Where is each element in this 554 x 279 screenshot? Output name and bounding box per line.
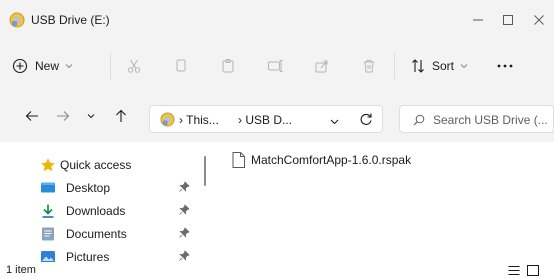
download-arrow-icon: [40, 203, 56, 219]
search-placeholder: Search USB Drive (...: [433, 113, 548, 127]
desktop-folder-icon: [40, 180, 56, 196]
breadcrumb-label: USB D...: [245, 113, 293, 127]
copy-button[interactable]: [173, 53, 189, 79]
title-bar: USB Drive (E:): [0, 0, 554, 40]
status-bar: 1 item: [0, 262, 554, 279]
breadcrumb-this-pc[interactable]: › This...: [179, 113, 219, 127]
large-icons-view-icon[interactable]: [527, 265, 539, 279]
file-list: MatchComfortApp-1.6.0.rspak: [210, 142, 554, 262]
back-button[interactable]: [20, 104, 44, 128]
breadcrumb-label: This...: [186, 113, 219, 127]
window-title: USB Drive (E:): [31, 13, 110, 27]
file-name: MatchComfortApp-1.6.0.rspak: [251, 153, 412, 167]
arrow-right-icon: [57, 111, 70, 121]
pin-icon: [178, 181, 190, 196]
refresh-icon[interactable]: [359, 112, 373, 129]
arrow-up-icon: [116, 109, 126, 122]
item-count: 1 item: [6, 264, 36, 276]
scissors-icon: [127, 59, 141, 73]
pin-icon: [178, 227, 190, 242]
usb-drive-icon: [9, 12, 25, 28]
delete-button[interactable]: [361, 53, 377, 79]
more-options-button[interactable]: [496, 53, 514, 79]
address-dropdown-chevron-icon[interactable]: [330, 114, 339, 128]
star-icon: [40, 157, 56, 173]
ellipsis-icon: [497, 64, 513, 68]
toolbar-divider: [110, 53, 111, 79]
sidebar-item-label: Desktop: [66, 181, 111, 195]
sidebar-item-desktop[interactable]: Desktop: [0, 177, 200, 199]
sidebar-item-label: Downloads: [66, 204, 126, 218]
details-view-icon[interactable]: [508, 265, 520, 279]
cut-button[interactable]: [126, 53, 142, 79]
sort-label: Sort: [432, 59, 455, 73]
share-button[interactable]: [314, 53, 330, 79]
list-item[interactable]: MatchComfortApp-1.6.0.rspak: [232, 150, 411, 170]
chevron-down-icon: [65, 64, 73, 69]
minimize-button[interactable]: [463, 8, 493, 32]
breadcrumb-usb-drive[interactable]: › USB D...: [238, 113, 292, 127]
arrow-left-icon: [25, 111, 38, 121]
usb-drive-icon: [160, 112, 175, 130]
share-icon: [315, 60, 328, 73]
new-label: New: [35, 59, 60, 73]
forward-button[interactable]: [51, 104, 75, 128]
command-bar: New Sort: [0, 40, 554, 90]
chevron-down-icon: [87, 114, 95, 119]
address-bar[interactable]: › This... › USB D...: [149, 105, 383, 133]
documents-folder-icon: [40, 226, 56, 242]
recent-locations-button[interactable]: [82, 104, 100, 128]
clipboard-icon: [222, 59, 234, 73]
close-button[interactable]: [524, 8, 554, 32]
chevron-down-icon: [460, 64, 468, 69]
trash-icon: [364, 60, 374, 73]
sidebar-item-label: Quick access: [60, 158, 132, 172]
rename-button[interactable]: [267, 53, 283, 79]
rename-icon: [268, 60, 283, 72]
sidebar-item-quick-access[interactable]: Quick access: [0, 154, 200, 176]
new-button[interactable]: New: [12, 53, 73, 79]
pin-icon: [178, 204, 190, 219]
sort-arrows-icon: [412, 59, 424, 73]
paste-button[interactable]: [220, 53, 236, 79]
file-icon: [232, 152, 245, 168]
up-button[interactable]: [109, 104, 133, 128]
plus-circle-icon: [12, 58, 28, 74]
navigation-pane-scrollbar[interactable]: [200, 148, 210, 262]
copy-icon: [176, 59, 186, 72]
sidebar-item-downloads[interactable]: Downloads: [0, 200, 200, 222]
toolbar-divider: [394, 53, 395, 79]
navigation-pane: Quick access Desktop Downloads Documents: [0, 142, 200, 264]
search-box[interactable]: Search USB Drive (...: [399, 105, 554, 133]
sidebar-item-label: Documents: [66, 227, 127, 241]
search-icon: [413, 114, 425, 129]
scrollbar-thumb[interactable]: [204, 156, 206, 186]
sidebar-item-documents[interactable]: Documents: [0, 223, 200, 245]
sort-button[interactable]: Sort: [410, 53, 468, 79]
maximize-button[interactable]: [493, 8, 523, 32]
